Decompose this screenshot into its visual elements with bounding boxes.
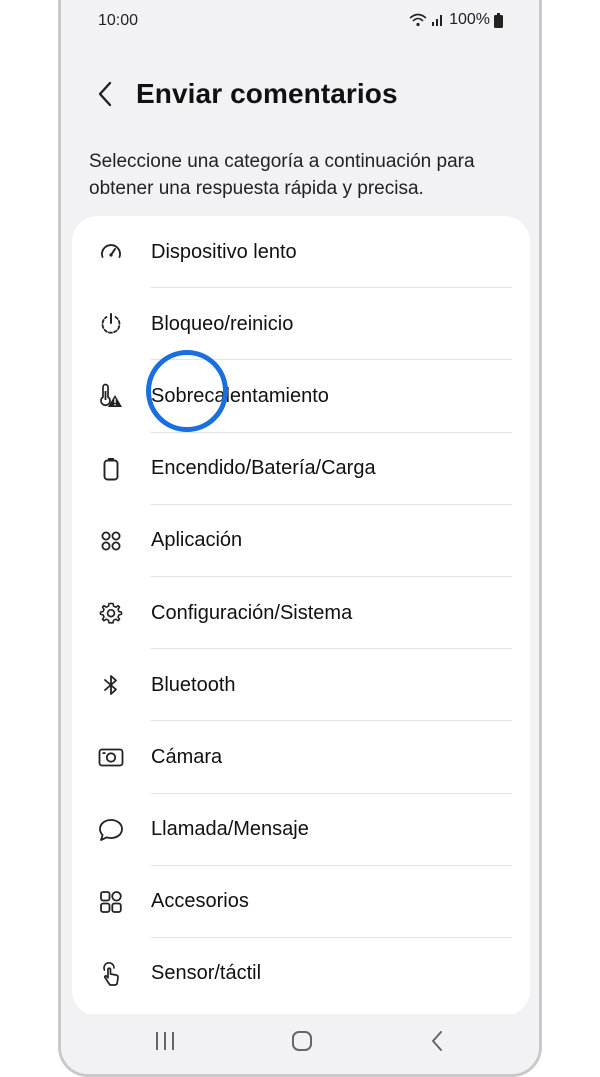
category-item[interactable]: Bloqueo/reinicio [72, 288, 530, 361]
category-item[interactable]: Dispositivo lento [72, 216, 530, 289]
category-label: Configuración/Sistema [151, 601, 353, 624]
signal-icon [431, 13, 445, 27]
category-label: Sobrecalentamiento [151, 384, 329, 407]
recent-apps-icon [154, 1031, 176, 1056]
header: Enviar comentarios [61, 72, 539, 122]
category-item[interactable]: Llamada/Mensaje [72, 794, 530, 866]
nav-back-button[interactable] [417, 1028, 457, 1058]
page-title: Enviar comentarios [136, 78, 398, 109]
category-list: Dispositivo lento Bloqueo/reinicio Sobre… [72, 216, 530, 1016]
back-button[interactable] [87, 78, 123, 114]
battery-percent: 100% [449, 11, 490, 28]
category-item[interactable]: Encendido/Batería/Carga [72, 433, 530, 505]
category-label: Accesorios [151, 890, 249, 913]
touch-icon [98, 961, 124, 987]
category-label: Encendido/Batería/Carga [151, 457, 376, 480]
category-item[interactable]: Accesorios [72, 866, 530, 938]
status-bar: 10:00 100% [61, 0, 539, 44]
phone-screen: 10:00 100% Enviar comentarios Seleccione… [58, 0, 542, 1077]
speedometer-icon [98, 239, 124, 265]
status-time: 10:00 [98, 12, 139, 29]
home-button[interactable] [282, 1028, 322, 1058]
gear-icon [98, 600, 124, 626]
category-label: Llamada/Mensaje [151, 818, 309, 841]
chevron-left-icon [430, 1030, 444, 1057]
description-text: Seleccione una categoría a continuación … [89, 151, 475, 199]
thermometer-warning-icon [98, 383, 124, 409]
battery-status-icon [494, 12, 503, 28]
category-item[interactable]: Sensor/táctil [72, 938, 530, 1010]
power-restart-icon [98, 311, 124, 337]
apps-icon [98, 528, 124, 554]
chevron-left-icon [97, 81, 113, 112]
recent-apps-button[interactable] [145, 1028, 185, 1058]
category-item[interactable]: Cámara [72, 721, 530, 794]
navigation-bar [61, 1014, 539, 1074]
category-label: Bloqueo/reinicio [151, 312, 294, 335]
wifi-icon [409, 13, 427, 27]
category-label: Dispositivo lento [151, 240, 297, 263]
chat-bubble-icon [98, 817, 124, 843]
category-label: Cámara [151, 745, 223, 768]
category-item[interactable]: Bluetooth [72, 649, 530, 722]
category-item[interactable]: Sobrecalentamiento [72, 360, 530, 433]
camera-icon [98, 744, 124, 770]
category-label: Sensor/táctil [151, 962, 262, 985]
accessories-icon [98, 889, 124, 915]
category-item[interactable]: Configuración/Sistema [72, 577, 530, 650]
bluetooth-icon [98, 672, 124, 698]
category-item[interactable]: Aplicación [72, 505, 530, 577]
category-label: Aplicación [151, 529, 243, 552]
category-label: Bluetooth [151, 673, 236, 696]
home-icon [291, 1030, 313, 1057]
status-icons: 100% [409, 11, 503, 29]
battery-icon [98, 456, 124, 482]
